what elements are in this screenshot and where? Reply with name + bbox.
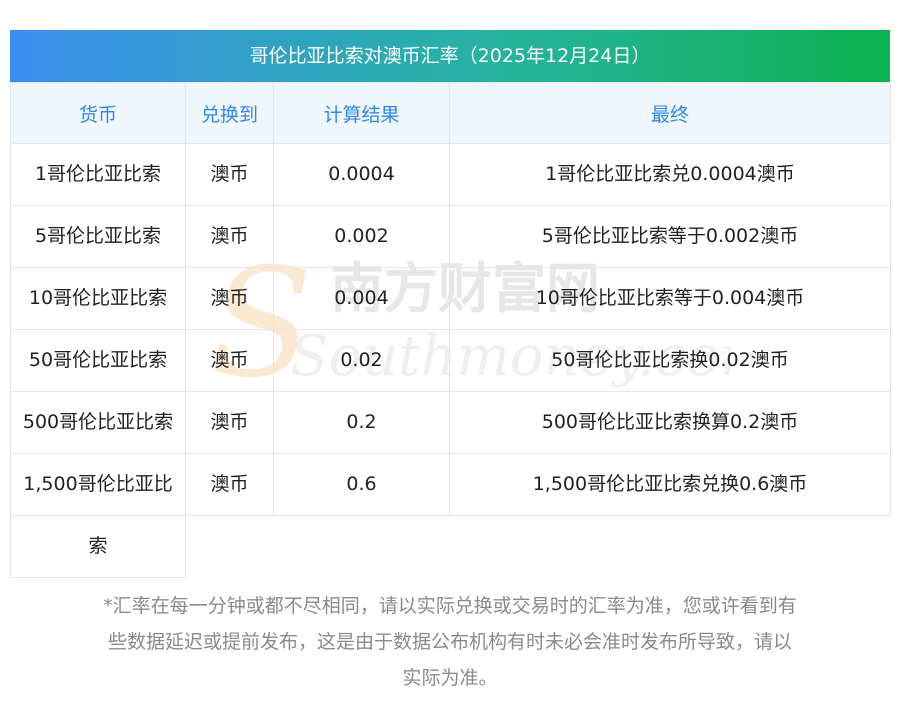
- cell-final: 10哥伦比亚比索等于0.004澳币: [449, 267, 891, 330]
- rate-table: 货币 兑换到 计算结果 最终 1哥伦比亚比索 澳币 0.0004 1哥伦比亚比索…: [10, 82, 891, 578]
- blank-cell: [185, 515, 891, 578]
- cell-result: 0.6: [273, 453, 450, 516]
- cell-currency: 5哥伦比亚比索: [10, 205, 186, 268]
- table-row: 50哥伦比亚比索 澳币 0.02 50哥伦比亚比索换0.02澳币: [10, 329, 891, 392]
- cell-currency-continuation: 索: [10, 515, 186, 578]
- table-row: 1,500哥伦比亚比 澳币 0.6 1,500哥伦比亚比索兑换0.6澳币: [10, 453, 891, 516]
- table-row: 5哥伦比亚比索 澳币 0.002 5哥伦比亚比索等于0.002澳币: [10, 205, 891, 268]
- cell-final: 5哥伦比亚比索等于0.002澳币: [449, 205, 891, 268]
- cell-result: 0.02: [273, 329, 450, 392]
- cell-result: 0.002: [273, 205, 450, 268]
- cell-convert-to: 澳币: [185, 329, 274, 392]
- disclaimer-line: 些数据延迟或提前发布，这是由于数据公布机构有时未必会准时发布所导致，请以: [107, 631, 792, 653]
- cell-convert-to: 澳币: [185, 391, 274, 454]
- cell-currency: 1,500哥伦比亚比: [10, 453, 186, 516]
- cell-convert-to: 澳币: [185, 453, 274, 516]
- cell-final: 1,500哥伦比亚比索兑换0.6澳币: [449, 453, 891, 516]
- disclaimer-line: 实际为准。: [402, 667, 498, 689]
- table-row: 500哥伦比亚比索 澳币 0.2 500哥伦比亚比索换算0.2澳币: [10, 391, 891, 454]
- header-currency: 货币: [10, 82, 186, 144]
- header-final: 最终: [449, 82, 891, 144]
- cell-convert-to: 澳币: [185, 267, 274, 330]
- cell-convert-to: 澳币: [185, 143, 274, 206]
- header-row: 货币 兑换到 计算结果 最终: [10, 82, 891, 144]
- disclaimer-note: *汇率在每一分钟或都不尽相同，请以实际兑换或交易时的汇率为准，您或许看到有 些数…: [10, 588, 890, 696]
- cell-final: 50哥伦比亚比索换0.02澳币: [449, 329, 891, 392]
- cell-final: 1哥伦比亚比索兑0.0004澳币: [449, 143, 891, 206]
- table-title: 哥伦比亚比索对澳币汇率（2025年12月24日）: [10, 30, 890, 82]
- cell-result: 0.0004: [273, 143, 450, 206]
- cell-convert-to: 澳币: [185, 205, 274, 268]
- table-row: 10哥伦比亚比索 澳币 0.004 10哥伦比亚比索等于0.004澳币: [10, 267, 891, 330]
- table-row-continuation: 索: [10, 515, 891, 578]
- cell-currency: 10哥伦比亚比索: [10, 267, 186, 330]
- header-result: 计算结果: [273, 82, 450, 144]
- cell-final: 500哥伦比亚比索换算0.2澳币: [449, 391, 891, 454]
- cell-result: 0.2: [273, 391, 450, 454]
- disclaimer-line: *汇率在每一分钟或都不尽相同，请以实际兑换或交易时的汇率为准，您或许看到有: [103, 595, 797, 617]
- cell-result: 0.004: [273, 267, 450, 330]
- table-row: 1哥伦比亚比索 澳币 0.0004 1哥伦比亚比索兑0.0004澳币: [10, 143, 891, 206]
- cell-currency: 500哥伦比亚比索: [10, 391, 186, 454]
- rate-table-container: 哥伦比亚比索对澳币汇率（2025年12月24日） 货币 兑换到 计算结果 最终 …: [10, 30, 891, 578]
- cell-currency: 1哥伦比亚比索: [10, 143, 186, 206]
- header-convert-to: 兑换到: [185, 82, 274, 144]
- cell-currency: 50哥伦比亚比索: [10, 329, 186, 392]
